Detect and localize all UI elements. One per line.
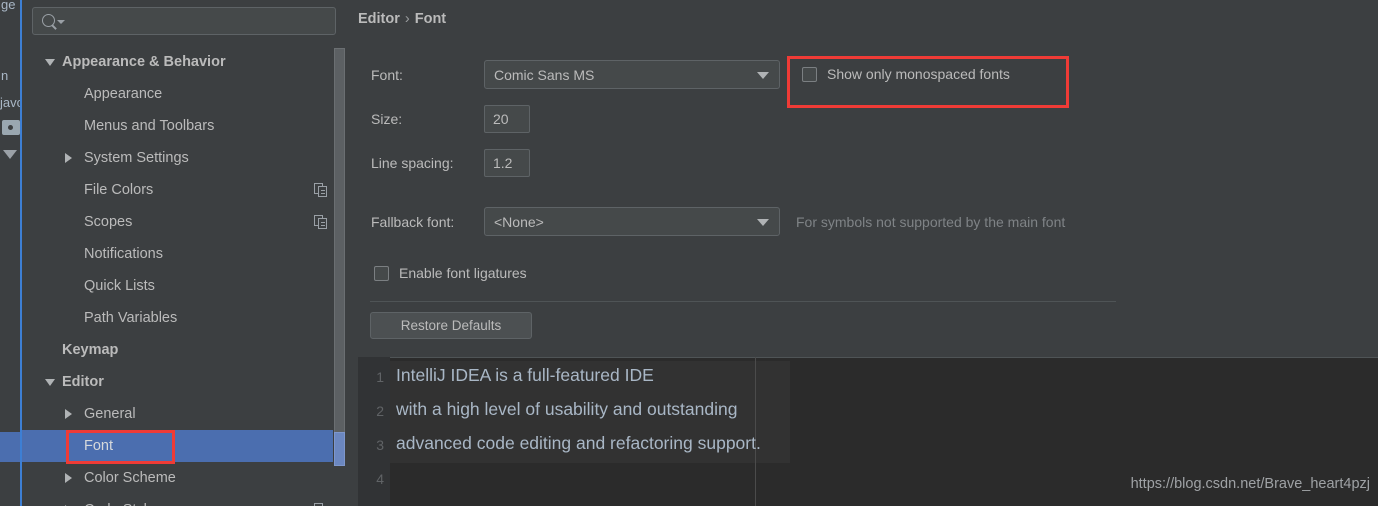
ide-fragment-text: javc (0, 95, 21, 110)
preview-line-text: advanced code editing and refactoring su… (396, 433, 761, 453)
ide-fragment-text: ge (1, 0, 16, 12)
section-divider (370, 301, 1116, 302)
line-spacing-value: 1.2 (493, 155, 513, 171)
chevron-down-icon[interactable] (757, 71, 769, 79)
tree-item-menus-and-toolbars[interactable]: Menus and Toolbars (22, 110, 346, 142)
settings-tree[interactable]: Appearance & Behavior Appearance Menus a… (22, 46, 346, 506)
search-icon[interactable] (42, 13, 68, 31)
tree-item-scopes[interactable]: Scopes (22, 206, 346, 238)
chevron-right-icon[interactable] (65, 473, 72, 483)
tree-item-label: Color Scheme (84, 470, 176, 486)
settings-dialog-screenshot: ge n javc Appearance & Behavior Appearan… (0, 0, 1378, 506)
fallback-font-hint: For symbols not supported by the main fo… (796, 214, 1066, 230)
tree-item-label: File Colors (84, 182, 154, 198)
tree-item-label: Editor (62, 374, 104, 390)
tree-item-label: Keymap (62, 342, 119, 358)
tree-item-appearance-and-behavior[interactable]: Appearance & Behavior (22, 46, 346, 78)
settings-tree-panel: Appearance & Behavior Appearance Menus a… (22, 0, 346, 506)
breadcrumb-separator-icon: › (404, 11, 410, 27)
tree-item-label: Code Style (84, 502, 155, 506)
fallback-font-combobox[interactable]: <None> (484, 207, 780, 236)
search-box[interactable] (32, 7, 336, 36)
tree-item-font[interactable]: Font (22, 430, 346, 462)
tree-item-color-scheme[interactable]: Color Scheme (22, 462, 346, 494)
breadcrumb-current: Font (414, 11, 447, 27)
tree-item-label: Appearance & Behavior (62, 54, 226, 70)
show-monospaced-checkbox-row[interactable]: Show only monospaced fonts (802, 66, 1010, 82)
font-preview-editor[interactable]: 1 IntelliJ IDEA is a full-featured IDE 2… (358, 357, 1378, 506)
font-size-value: 20 (493, 111, 509, 127)
font-family-combobox[interactable]: Comic Sans MS (484, 60, 780, 89)
breadcrumb: Editor › Font (358, 11, 446, 27)
triangle-down-icon (3, 150, 17, 159)
show-monospaced-checkbox[interactable] (802, 66, 817, 82)
tree-item-label: Menus and Toolbars (84, 118, 215, 134)
chevron-right-icon[interactable] (65, 409, 72, 419)
tree-scrollbar-thumb-highlight[interactable] (334, 432, 345, 466)
ide-fragment-text: n (1, 68, 9, 83)
tree-item-path-variables[interactable]: Path Variables (22, 302, 346, 334)
tree-item-label: Appearance (84, 86, 163, 102)
right-margin-guide (755, 357, 756, 506)
enable-ligatures-label: Enable font ligatures (399, 265, 527, 281)
copy-icon[interactable] (314, 215, 328, 229)
tree-item-system-settings[interactable]: System Settings (22, 142, 346, 174)
tree-item-label: Font (84, 438, 114, 454)
enable-ligatures-checkbox-row[interactable]: Enable font ligatures (374, 265, 527, 281)
line-spacing-label: Line spacing: (371, 155, 454, 171)
tree-item-code-style[interactable]: Code Style (22, 494, 346, 506)
tree-item-label: System Settings (84, 150, 189, 166)
line-spacing-field[interactable]: 1.2 (484, 149, 530, 177)
tree-item-label: Scopes (84, 214, 133, 230)
restore-defaults-button[interactable]: Restore Defaults (370, 312, 532, 339)
tree-item-label: General (84, 406, 136, 422)
line-number: 2 (376, 403, 384, 419)
tree-item-label: Quick Lists (84, 278, 155, 294)
tree-item-keymap[interactable]: Keymap (22, 334, 346, 366)
chevron-down-icon[interactable] (45, 379, 55, 386)
fallback-font-label: Fallback font: (371, 214, 455, 230)
font-label: Font: (371, 67, 403, 83)
tree-item-label: Path Variables (84, 310, 178, 326)
tree-item-notifications[interactable]: Notifications (22, 238, 346, 270)
line-number: 1 (376, 369, 384, 385)
tree-item-appearance[interactable]: Appearance (22, 78, 346, 110)
search-input[interactable] (69, 8, 333, 36)
tree-item-quick-lists[interactable]: Quick Lists (22, 270, 346, 302)
chevron-down-icon[interactable] (757, 218, 769, 226)
preview-line-text: with a high level of usability and outst… (396, 399, 738, 419)
fallback-font-value: <None> (494, 213, 544, 230)
background-ide-strip: ge n javc (0, 0, 21, 506)
tree-item-label: Notifications (84, 246, 163, 262)
size-label: Size: (371, 111, 403, 127)
enable-ligatures-checkbox[interactable] (374, 265, 389, 281)
chevron-down-icon[interactable] (45, 59, 55, 66)
line-number: 4 (376, 471, 384, 487)
font-family-value: Comic Sans MS (494, 66, 595, 83)
tree-item-general[interactable]: General (22, 398, 346, 430)
tree-scrollbar-thumb[interactable] (334, 48, 345, 466)
tree-item-file-colors[interactable]: File Colors (22, 174, 346, 206)
breadcrumb-parent[interactable]: Editor (358, 11, 400, 27)
line-number: 3 (376, 437, 384, 453)
copy-icon[interactable] (314, 183, 328, 197)
font-size-field[interactable]: 20 (484, 105, 530, 133)
show-monospaced-label: Show only monospaced fonts (827, 66, 1010, 82)
watermark-text: https://blog.csdn.net/Brave_heart4pzj (1130, 476, 1370, 492)
preview-top-border (358, 357, 1378, 358)
camera-icon (2, 120, 20, 135)
ide-tree-selected-row[interactable] (0, 432, 20, 462)
chevron-right-icon[interactable] (65, 153, 72, 163)
chevron-down-icon (57, 20, 65, 24)
preview-line-text: IntelliJ IDEA is a full-featured IDE (396, 365, 654, 385)
tree-item-editor[interactable]: Editor (22, 366, 346, 398)
